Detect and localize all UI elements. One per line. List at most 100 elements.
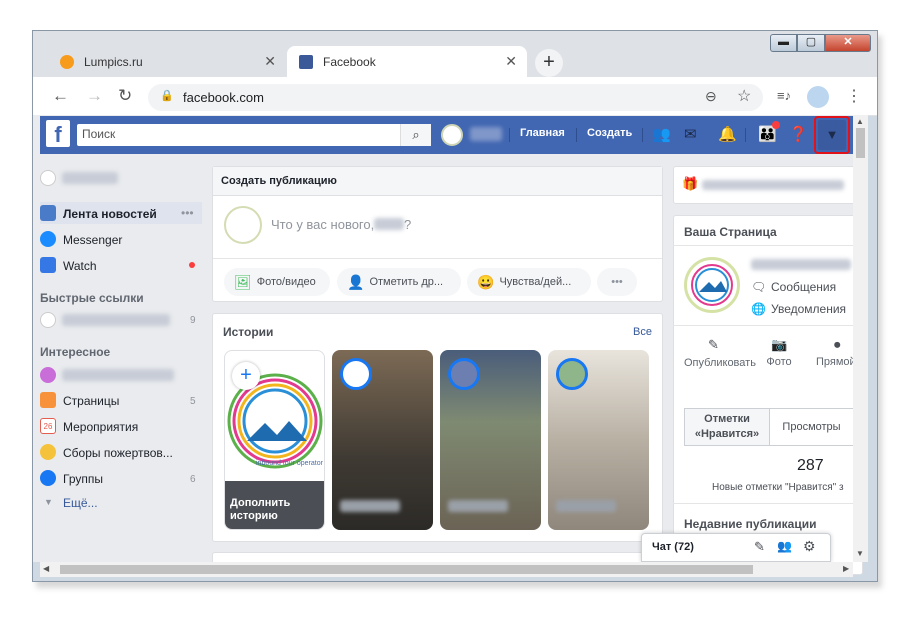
header-divider <box>576 128 577 142</box>
home-link[interactable]: Главная <box>520 127 565 139</box>
vertical-scroll-thumb[interactable] <box>856 128 865 158</box>
create-link[interactable]: Создать <box>587 127 632 139</box>
photo-video-button[interactable]: 🖼 Фото/видео <box>224 268 330 296</box>
facebook-favicon-icon <box>299 54 313 69</box>
stories-title: Истории <box>223 325 274 339</box>
edit-icon: ✎ <box>708 337 719 352</box>
fundraiser-heart-icon <box>40 444 56 460</box>
tab-lumpics[interactable]: Lumpics.ru ✕ <box>48 46 286 77</box>
back-icon[interactable]: ← <box>52 86 69 106</box>
birthday-text-blurred[interactable] <box>702 180 844 190</box>
composer-more-button[interactable]: ••• <box>597 268 637 296</box>
compose-message-icon[interactable]: ✎ <box>754 539 765 555</box>
add-story-label: Дополнить историю <box>230 497 291 522</box>
new-tab-button[interactable]: + <box>535 49 563 77</box>
bookmark-star-icon[interactable]: ☆ <box>737 86 751 106</box>
feeling-activity-button[interactable]: 😀 Чувства/дей... <box>467 268 591 296</box>
zoom-icon[interactable]: ⊖ <box>705 88 717 105</box>
quick-link-blurred[interactable] <box>62 314 170 326</box>
search-input[interactable] <box>77 124 430 146</box>
divider <box>213 258 662 259</box>
scroll-down-icon[interactable]: ▼ <box>856 549 864 558</box>
live-action[interactable]: Прямой эфир <box>816 356 854 368</box>
scroll-right-icon[interactable]: ▶ <box>843 564 849 573</box>
chat-settings-gear-icon[interactable]: ⚙ <box>803 538 816 555</box>
sidebar-item-groups[interactable]: Группы <box>63 472 103 486</box>
quick-link-icon <box>40 312 56 328</box>
interest-page-blurred[interactable] <box>62 369 174 381</box>
story-author-avatar <box>448 358 480 390</box>
facebook-logo-icon[interactable]: f <box>46 120 70 147</box>
maximize-button[interactable]: ▢ <box>797 34 825 52</box>
user-name-blurred[interactable] <box>470 127 502 141</box>
messages-link[interactable]: Сообщения <box>771 280 836 294</box>
more-options-icon[interactable]: ••• <box>181 206 194 220</box>
scroll-left-icon[interactable]: ◀ <box>43 564 49 573</box>
close-tab-icon[interactable]: ✕ <box>505 53 517 70</box>
close-tab-icon[interactable]: ✕ <box>264 53 276 70</box>
lock-icon[interactable]: 🔒 <box>160 89 174 102</box>
composer-placeholder-end: ? <box>404 217 412 232</box>
close-window-button[interactable]: ✕ <box>825 34 871 52</box>
sidebar-item-watch[interactable]: Watch <box>63 259 97 273</box>
groups-icon <box>40 470 56 486</box>
page-shield-icon <box>40 367 56 383</box>
page-logo-graphic <box>691 264 733 306</box>
publish-action[interactable]: Опубликовать <box>684 356 756 371</box>
sidebar-item-news-feed[interactable]: Лента новостей <box>63 207 157 221</box>
messenger-icon <box>40 231 56 247</box>
composer-placeholder-start[interactable]: Что у вас нового, <box>271 217 374 232</box>
sidebar-avatar[interactable] <box>40 170 56 186</box>
quick-links-header: Быстрые ссылки <box>40 291 144 305</box>
photo-action[interactable]: Фото <box>755 356 803 368</box>
camera-icon: 📷 <box>771 337 788 352</box>
tag-friends-button[interactable]: 👤 Отметить др... <box>337 268 461 296</box>
messenger-icon[interactable]: ✉ <box>684 125 697 143</box>
gift-icon: 🎁 <box>682 176 699 191</box>
help-icon[interactable]: ❓ <box>789 125 808 143</box>
chevron-down-icon[interactable]: ▼ <box>44 497 53 507</box>
tab-views[interactable]: Просмотры <box>770 408 854 446</box>
search-placeholder: Поиск <box>82 127 116 141</box>
user-avatar[interactable] <box>441 124 463 146</box>
notifications-link[interactable]: Уведомления <box>771 302 846 316</box>
vertical-scrollbar[interactable] <box>853 115 868 562</box>
search-icon[interactable]: ⌕ <box>400 124 431 146</box>
friends-icon[interactable]: 👥 <box>652 125 671 143</box>
tag-friend-icon: 👤 <box>347 273 365 290</box>
interests-header: Интересное <box>40 345 111 359</box>
tab-facebook[interactable]: Facebook ✕ <box>287 46 527 77</box>
reload-icon[interactable]: ↻ <box>118 86 132 106</box>
sidebar-item-messenger[interactable]: Messenger <box>63 233 122 247</box>
header-divider <box>745 128 746 142</box>
sidebar-item-pages[interactable]: Страницы <box>63 394 119 408</box>
kebab-menu-icon[interactable]: ⋮ <box>846 86 862 106</box>
add-story-icon[interactable]: + <box>232 362 260 390</box>
highlight-box <box>814 116 850 154</box>
new-group-icon[interactable]: 👥 <box>777 539 792 553</box>
media-control-icon[interactable]: ≡♪ <box>777 88 791 103</box>
forward-icon[interactable]: → <box>86 86 103 106</box>
sidebar-item-events[interactable]: Мероприятия <box>63 420 138 434</box>
chip-label: Чувства/дей... <box>499 276 572 288</box>
divider <box>673 245 863 246</box>
stories-all-link[interactable]: Все <box>633 326 652 338</box>
sidebar-more-link[interactable]: Ещё... <box>63 496 98 510</box>
story-author-blurred <box>448 500 508 512</box>
notification-dot <box>772 121 780 129</box>
globe-icon: 🌐 <box>751 302 766 316</box>
chat-label[interactable]: Чат (72) <box>652 541 694 553</box>
notifications-icon[interactable]: 🔔 <box>718 125 737 143</box>
sidebar-item-fundraisers[interactable]: Сборы пожертвов... <box>63 446 173 460</box>
sidebar-username-blurred[interactable] <box>62 172 118 184</box>
story-author-blurred <box>340 500 400 512</box>
horizontal-scroll-thumb[interactable] <box>60 565 753 574</box>
minimize-button[interactable]: ▬ <box>770 34 797 52</box>
tab-title: Facebook <box>323 54 376 69</box>
url-text[interactable]: facebook.com <box>183 90 264 105</box>
page-avatar[interactable] <box>684 257 740 313</box>
page-name-blurred[interactable] <box>751 259 851 270</box>
tab-likes[interactable]: Отметки «Нравится» <box>684 408 770 446</box>
profile-avatar[interactable] <box>807 86 829 108</box>
scroll-up-icon[interactable]: ▲ <box>856 117 864 126</box>
